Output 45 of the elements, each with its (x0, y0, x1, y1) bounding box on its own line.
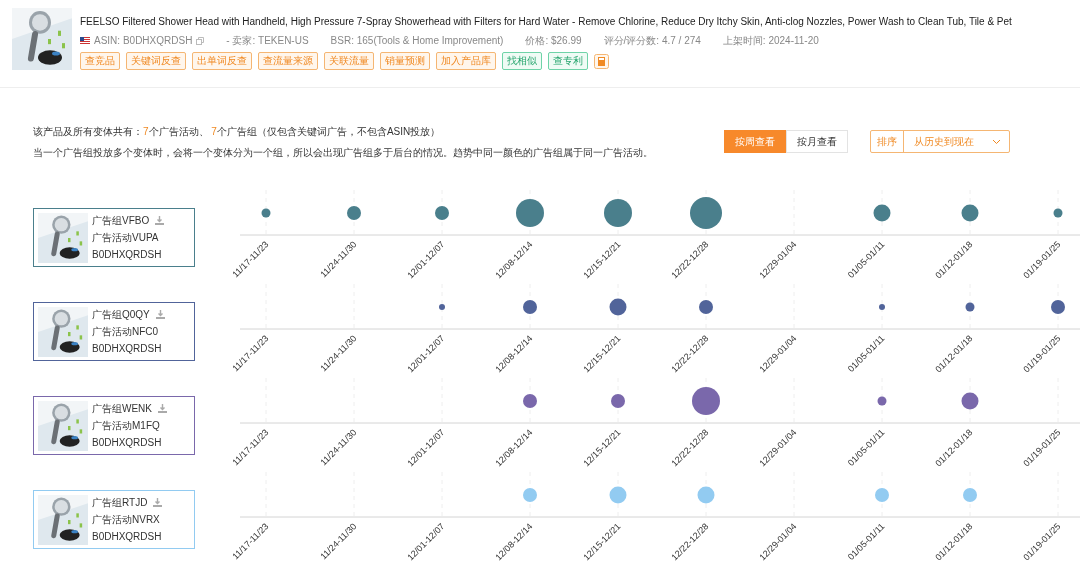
tag-button[interactable]: 查流量来源 (258, 52, 318, 70)
meta-text: BSR: 165(Tools & Home Improvement) (330, 34, 504, 48)
chevron-down-icon (992, 138, 1001, 145)
group-name: 广告组RTJD (92, 496, 148, 510)
download-icon[interactable] (153, 498, 163, 507)
copy-icon[interactable] (196, 36, 205, 45)
meta-text: ASIN: B0DHXQRDSH (94, 34, 193, 48)
view-tab[interactable]: 按周查看 (724, 130, 786, 153)
tag-button[interactable]: 查专利 (548, 52, 588, 70)
campaign-name: 广告活动NFC0 (92, 325, 160, 339)
asin-text: B0DHXQRDSH (92, 530, 163, 544)
ad-group-card[interactable]: 广告组RTJD 广告活动NVRX B0DHXQRDSH (33, 490, 195, 549)
download-icon[interactable] (155, 310, 165, 319)
ad-group-card[interactable]: 广告组Q0QY 广告活动NFC0 B0DHXQRDSH (33, 302, 195, 361)
tag-button[interactable]: 销量预测 (380, 52, 430, 70)
tag-button[interactable]: 出单词反查 (192, 52, 252, 70)
asin-text: B0DHXQRDSH (92, 248, 163, 262)
tag-button[interactable]: 关键词反查 (126, 52, 186, 70)
view-tab[interactable]: 按月查看 (786, 130, 848, 153)
meta-text: - 卖家: TEKEN-US (226, 34, 309, 48)
product-title: FEELSO Filtered Shower Head with Handheld, High Pressure 7-Spray Showerhead with Filters for Hard Water - Remove Chlorine, Reduce Dry Itchy Skin, Anti-clog Nozzles, Power Wash to Clean Tub, Tile & Pet (80, 15, 1012, 29)
meta-text: 评分/评分数: 4.7 / 274 (603, 34, 701, 48)
tag-button[interactable]: 找相似 (502, 52, 542, 70)
group-name: 广告组VFBO (92, 214, 150, 228)
campaign-name: 广告活动NVRX (92, 513, 161, 527)
sort-select[interactable]: 排序 从历史到现在 (870, 130, 1010, 153)
meta-text: 上架时间: 2024-11-20 (722, 34, 819, 48)
group-name: 广告组Q0QY (92, 308, 150, 322)
tag-button[interactable]: 查竞品 (80, 52, 120, 70)
calculator-icon[interactable] (594, 53, 609, 69)
asin-text: B0DHXQRDSH (92, 436, 163, 450)
meta-text: 价格: $26.99 (525, 34, 582, 48)
summary-text: 该产品及所有变体共有：7个广告活动、 7个广告组（仅包含关键词广告，不包含ASIN投放） (33, 125, 442, 139)
note-text: 当一个广告组投放多个变体时，会将一个变体分为一个组，所以会出现广告组多于后台的情况。趋势中同一颜色的广告组属于同一广告活动。 (33, 146, 653, 160)
tag-button[interactable]: 加入产品库 (436, 52, 496, 70)
campaign-name: 广告活动M1FQ (92, 419, 161, 433)
download-icon[interactable] (158, 404, 167, 413)
group-name: 广告组WENK (92, 402, 152, 416)
download-icon[interactable] (155, 216, 165, 225)
tag-button[interactable]: 关联流量 (324, 52, 374, 70)
campaign-name: 广告活动VUPA (92, 231, 160, 245)
ad-group-card[interactable]: 广告组WENK 广告活动M1FQ B0DHXQRDSH (33, 396, 195, 455)
ad-group-card[interactable]: 广告组VFBO 广告活动VUPA B0DHXQRDSH (33, 208, 195, 267)
flag-icon (80, 37, 90, 44)
asin-text: B0DHXQRDSH (92, 342, 163, 356)
